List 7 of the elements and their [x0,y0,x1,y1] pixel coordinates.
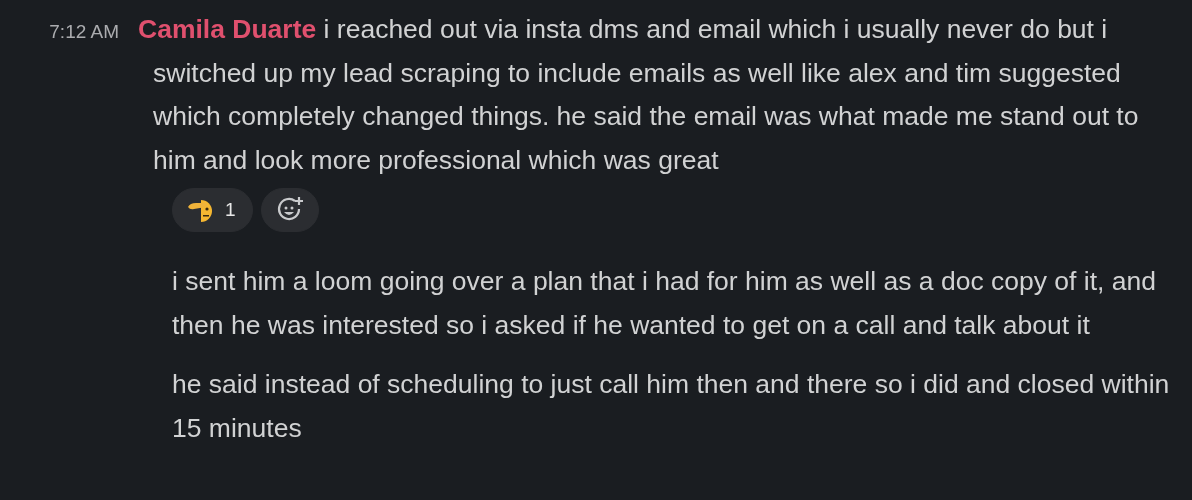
message-text: Camila Duarte i reached out via insta dms and email which i usually never do but i switched up my lead scraping to include emails as well like alex and tim suggested which completely changed things. he said the email was what made me stand out to him and look more professional which was great [138,13,1140,177]
timestamp[interactable]: 7:12 AM [0,21,138,43]
reaction-pill[interactable]: 1 [172,188,253,232]
message-text: i sent him a loom going over a plan that i had for him as well as a doc copy of it, and then he was interested so i asked if he wanted to get on a call and talk about it [172,265,1157,342]
add-reaction-button[interactable] [260,188,319,232]
message-text: he said instead of scheduling to just call him then and there so i did and closed within 15 minutes [172,368,1171,445]
author-name[interactable]: Camila Duarte [138,14,317,44]
